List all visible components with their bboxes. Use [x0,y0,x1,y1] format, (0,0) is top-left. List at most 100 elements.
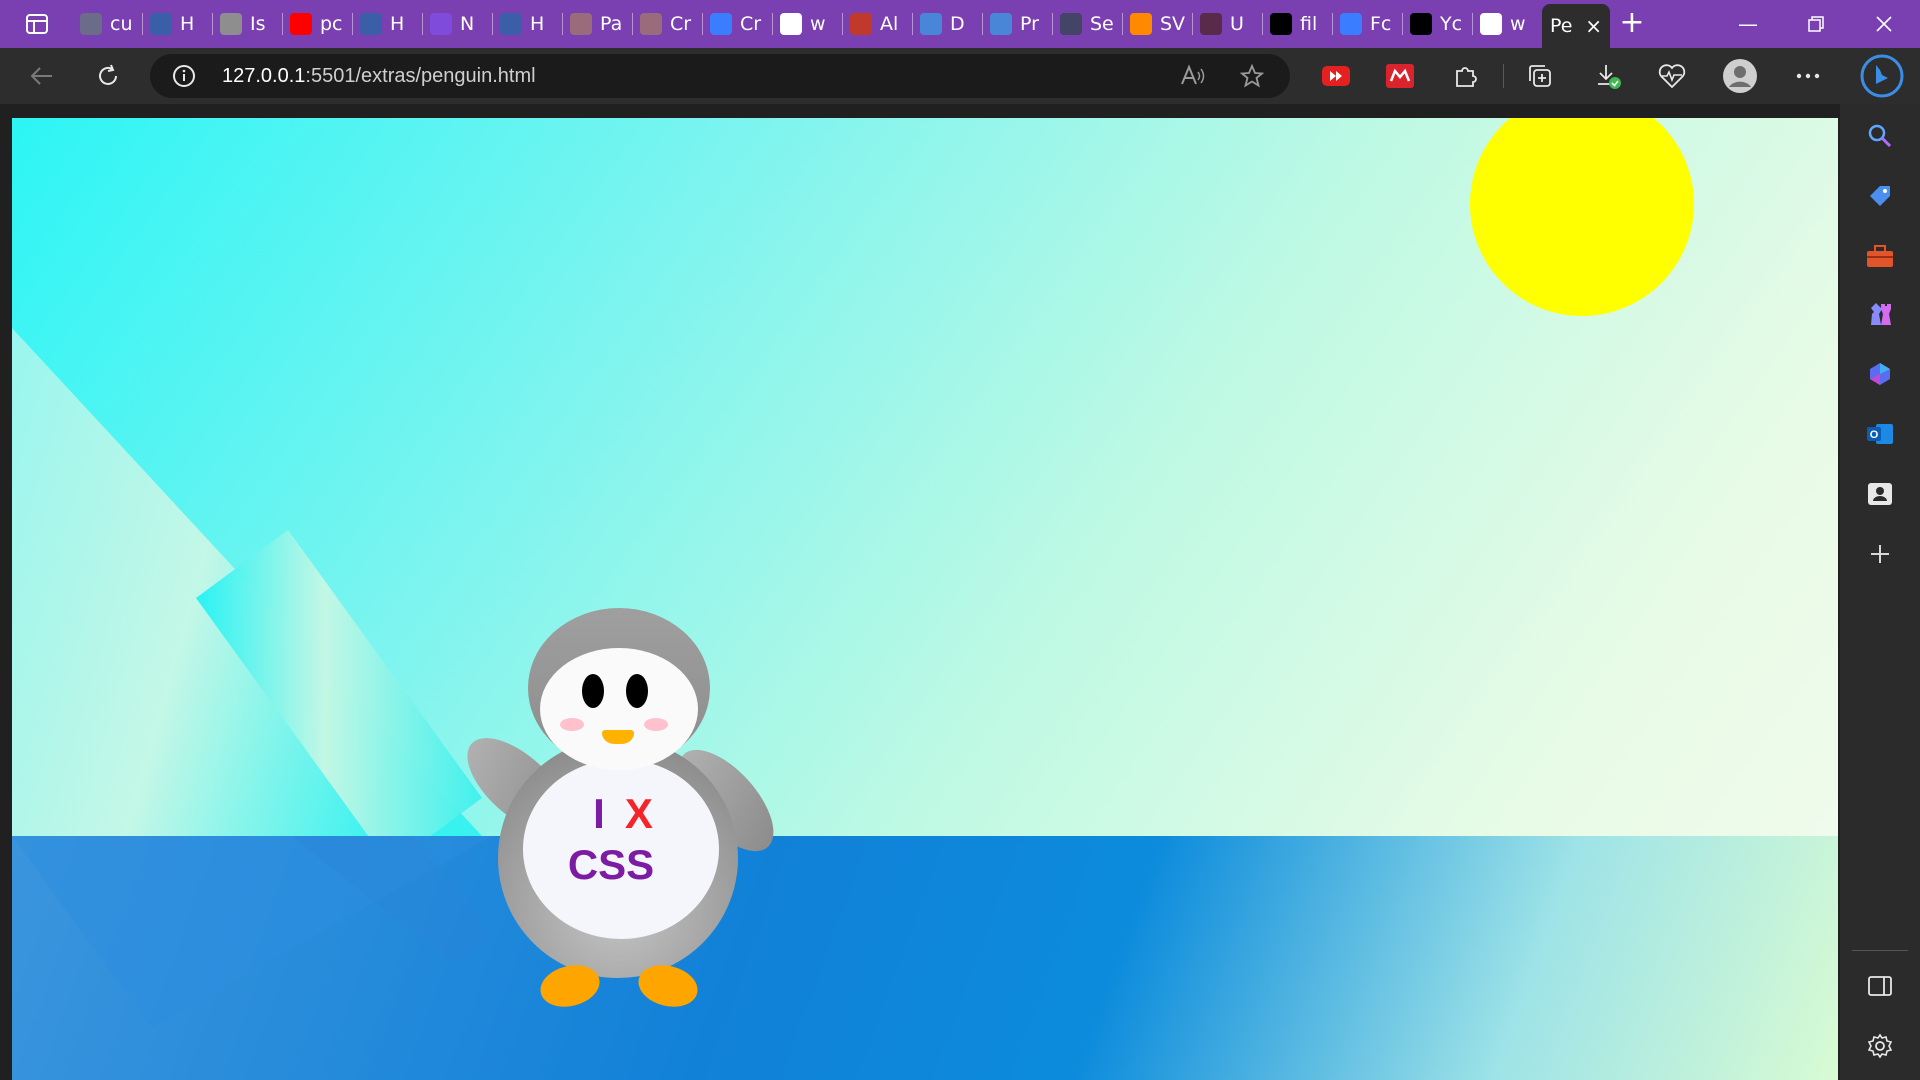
tab-label: w [810,13,826,35]
sidebar-tools-button[interactable] [1860,236,1900,276]
restore-button[interactable] [1782,0,1850,48]
sidebar-add-button[interactable] [1860,534,1900,574]
more-menu-button[interactable] [1790,58,1826,94]
address-bar[interactable]: 127.0.0.1:5501/extras/penguin.html [150,54,1290,98]
browser-toolbar: 127.0.0.1:5501/extras/penguin.html [0,48,1920,104]
tab-item[interactable]: Cr [702,0,772,48]
tab-item[interactable]: Fc [1332,0,1402,48]
sidebar-contacts-button[interactable] [1860,474,1900,514]
sidebar-toggle-button[interactable] [1860,966,1900,1006]
tab-label: N [460,13,475,35]
sidebar-search-button[interactable] [1860,116,1900,156]
plus-icon [1871,545,1889,563]
tab-item[interactable]: Al [842,0,912,48]
site-info-icon[interactable] [172,64,196,92]
search-icon [1868,124,1892,148]
penguin: IX CSS [451,608,791,1013]
new-tab-button[interactable]: + [1614,6,1650,42]
youtube-extension-button[interactable] [1318,58,1354,94]
page-icon [220,13,242,35]
codepen-icon [1410,13,1432,35]
url-path: :5501/extras/penguin.html [305,65,536,87]
sidebar-panel-icon [1868,976,1892,996]
page-viewport: IX CSS [0,104,1840,1080]
sidebar-shopping-button[interactable] [1860,176,1900,216]
tab-label: Yc [1440,13,1463,35]
belly-letter-x: X [624,790,653,837]
circle-logo-icon [710,13,732,35]
tab-item[interactable]: Cr [632,0,702,48]
tab-actions-button[interactable] [14,10,60,38]
tab-item[interactable]: fil [1262,0,1332,48]
flag-icon [1340,13,1362,35]
gear-icon [1867,1033,1893,1059]
tab-item[interactable]: Yc [1402,0,1472,48]
contact-card-icon [1868,483,1892,505]
sidebar-outlook-button[interactable]: O [1860,414,1900,454]
tab-item[interactable]: cu [72,0,142,48]
sun [1470,118,1694,316]
openai-icon [80,13,102,35]
penguin-right-eye [626,674,648,708]
refresh-button[interactable] [90,58,126,94]
bing-copilot-button[interactable] [1860,54,1904,98]
collections-button[interactable] [1522,58,1558,94]
shield-icon [570,13,592,35]
extensions-button[interactable] [1448,58,1484,94]
read-aloud-icon[interactable] [1180,64,1206,92]
penguin-scene: IX CSS [12,118,1838,1080]
tab-item[interactable]: H [492,0,562,48]
tab-item[interactable]: Pr [982,0,1052,48]
outlook-icon: O [1867,424,1893,444]
youtube-icon [290,13,312,35]
tab-label: Pa [600,13,623,35]
tab-item[interactable]: H [352,0,422,48]
tab-item[interactable]: Pa [562,0,632,48]
w-logo-icon [500,13,522,35]
tab-label: pc [320,13,343,35]
tab-item[interactable]: pc [282,0,352,48]
bookmark-icon [920,13,942,35]
tab-item[interactable]: D [912,0,982,48]
tab-item[interactable]: SV [1122,0,1192,48]
google-icon [780,13,802,35]
avatar-icon [1060,13,1082,35]
close-tab-icon[interactable]: × [1585,14,1602,38]
tab-item[interactable]: w [772,0,842,48]
browser-essentials-button[interactable] [1654,58,1690,94]
refresh-icon [99,64,117,85]
sidebar-games-button[interactable] [1860,294,1900,334]
url-text[interactable]: 127.0.0.1:5501/extras/penguin.html [222,65,536,88]
tab-active[interactable]: Pe × [1542,4,1610,48]
downloads-button[interactable] [1590,58,1626,94]
tab-label: Cr [740,13,762,35]
download-icon [1598,65,1621,89]
puzzle-icon [1456,67,1477,87]
tab-label: w [1510,13,1526,35]
tab-item[interactable]: N [422,0,492,48]
profile-button[interactable] [1722,58,1758,94]
mendeley-extension-button[interactable] [1382,58,1418,94]
close-window-button[interactable] [1850,0,1918,48]
tab-item[interactable]: H [142,0,212,48]
tab-item[interactable]: w [1472,0,1542,48]
tab-label: Fc [1370,13,1392,35]
sidebar-settings-button[interactable] [1860,1026,1900,1066]
back-button[interactable] [24,58,60,94]
tab-label: Cr [670,13,692,35]
tab-item[interactable]: U [1192,0,1262,48]
w-logo-icon [150,13,172,35]
favorite-star-icon[interactable] [1239,63,1265,92]
iceberg-reflection [12,836,492,1028]
mendeley-icon [1386,64,1414,88]
back-arrow-icon [30,67,52,85]
tab-item[interactable]: Is [212,0,282,48]
avatar-icon [1723,59,1757,93]
tab-item[interactable]: Se [1052,0,1122,48]
office-icon [1870,363,1890,385]
minimize-button[interactable]: — [1714,0,1782,48]
tab-label: Is [250,13,266,35]
sidebar-microsoft365-button[interactable] [1860,354,1900,394]
penguin-left-eye [582,674,604,708]
sidebar-divider [1852,950,1908,951]
